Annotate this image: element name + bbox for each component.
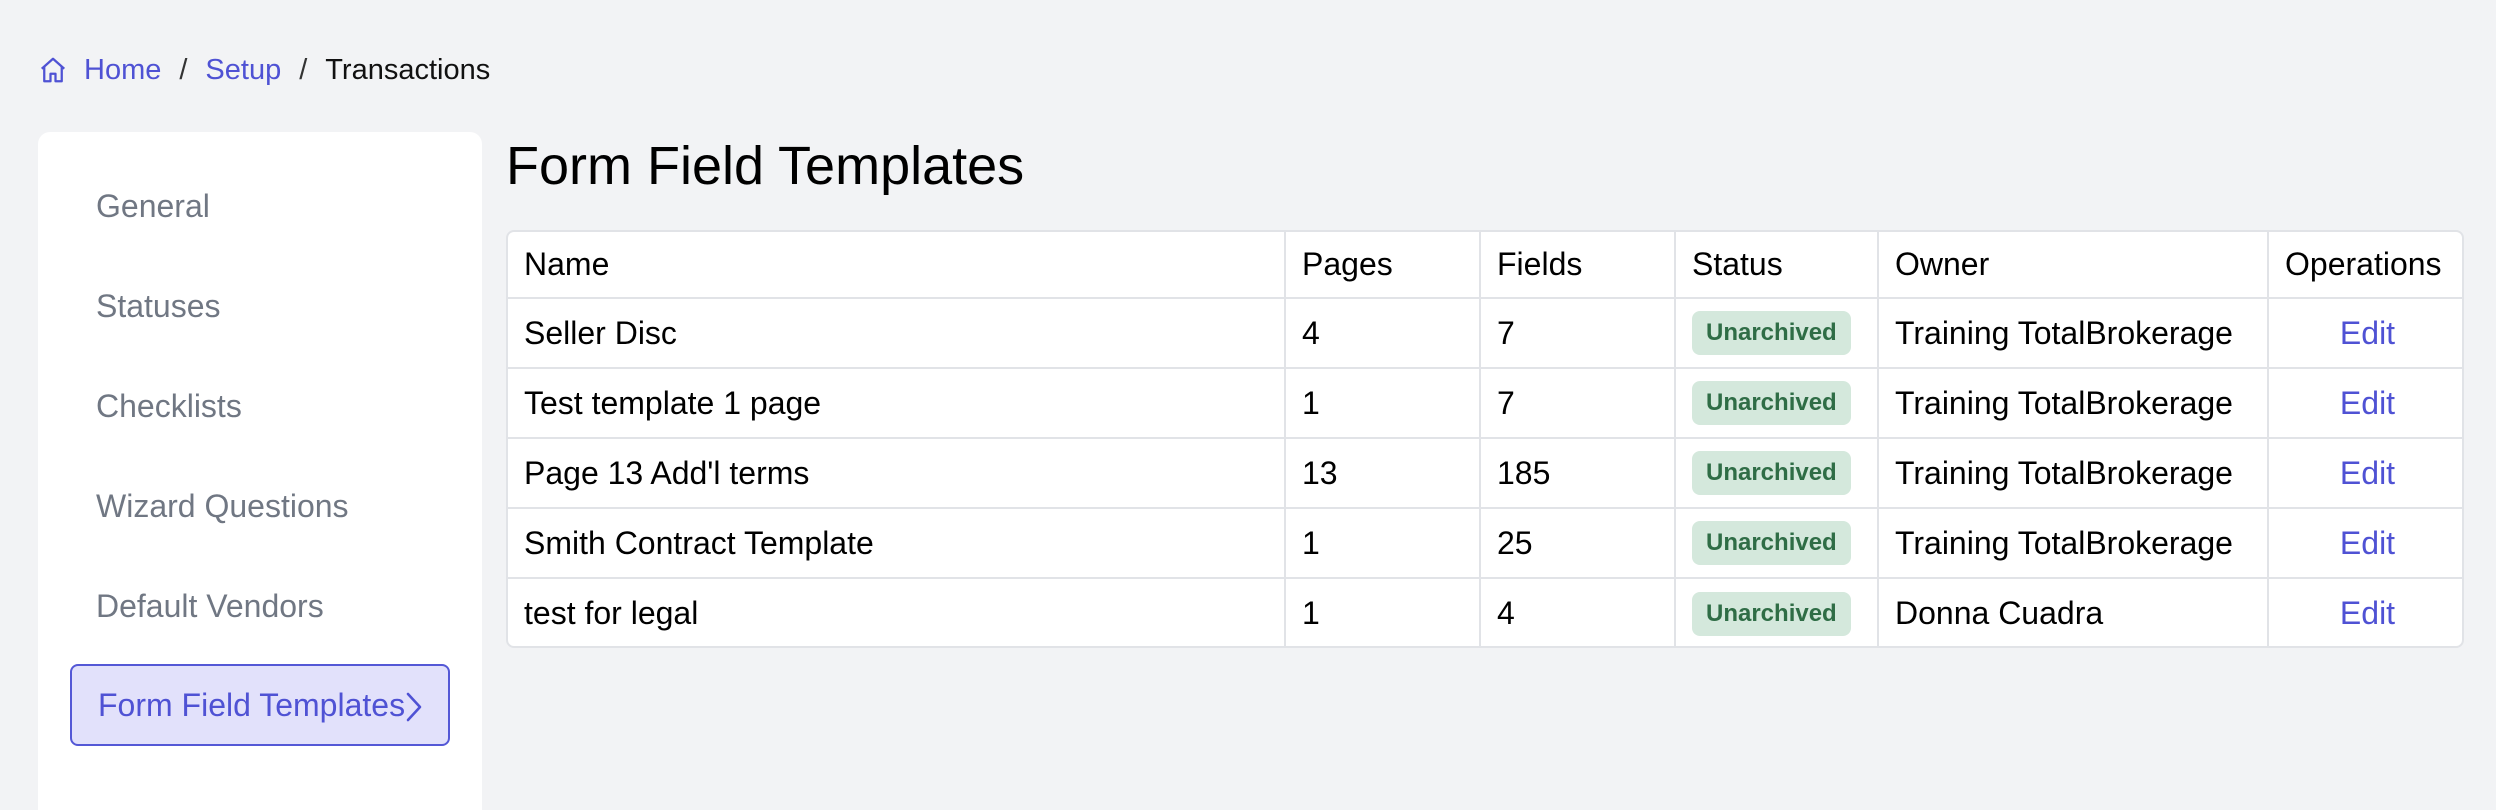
cell-owner: Training TotalBrokerage [1878,298,2269,369]
cell-owner: Donna Cuadra [1878,578,2269,646]
edit-link[interactable]: Edit [2340,525,2395,561]
column-header-name: Name [508,232,1286,299]
cell-status: Unarchived [1675,508,1879,579]
cell-operations: Edit [2268,578,2462,646]
sidebar-item-label: Form Field Templates [98,686,406,723]
breadcrumb-setup-link[interactable]: Setup [205,54,281,87]
status-badge: Unarchived [1692,521,1851,565]
table-row: Smith Contract Template 1 25 Unarchived … [508,508,2462,579]
cell-fields: 7 [1480,298,1676,369]
cell-fields: 185 [1480,438,1676,509]
sidebar-item-label: General [96,187,210,224]
cell-fields: 7 [1480,368,1676,439]
cell-name: Page 13 Add'l terms [508,438,1286,509]
table-row: Seller Disc 4 7 Unarchived Training Tota… [508,298,2462,369]
cell-owner: Training TotalBrokerage [1878,438,2269,509]
cell-operations: Edit [2268,368,2462,439]
sidebar-item-default-vendors[interactable]: Default Vendors [70,565,450,647]
templates-table: Name Pages Fields Status Owner Operation… [506,230,2464,648]
column-header-owner: Owner [1878,232,2269,299]
sidebar: General Statuses Checklists Wizard Quest… [38,132,482,810]
table-row: Page 13 Add'l terms 13 185 Unarchived Tr… [508,438,2462,509]
cell-name: test for legal [508,578,1286,646]
cell-operations: Edit [2268,298,2462,369]
column-header-pages: Pages [1285,232,1481,299]
cell-pages: 1 [1285,578,1481,646]
cell-status: Unarchived [1675,578,1879,646]
page-title: Form Field Templates [506,136,1025,196]
breadcrumb-separator: / [299,53,308,86]
cell-owner: Training TotalBrokerage [1878,508,2269,579]
home-icon[interactable] [38,55,68,85]
status-badge: Unarchived [1692,381,1851,425]
breadcrumb: Home / Setup / Transactions [38,50,490,90]
cell-pages: 1 [1285,368,1481,439]
sidebar-item-checklists[interactable]: Checklists [70,365,450,447]
breadcrumb-home-link[interactable]: Home [84,54,161,87]
breadcrumb-separator: / [179,53,188,86]
table-row: test for legal 1 4 Unarchived Donna Cuad… [508,578,2462,646]
sidebar-item-label: Checklists [96,387,242,424]
cell-pages: 13 [1285,438,1481,509]
cell-status: Unarchived [1675,298,1879,369]
breadcrumb-current: Transactions [325,53,491,86]
cell-name: Smith Contract Template [508,508,1286,579]
edit-link[interactable]: Edit [2340,385,2395,421]
column-header-status: Status [1675,232,1879,299]
sidebar-item-label: Wizard Questions [96,487,349,524]
status-badge: Unarchived [1692,311,1851,355]
cell-name: Seller Disc [508,298,1286,369]
cell-fields: 25 [1480,508,1676,579]
sidebar-item-form-field-templates[interactable]: Form Field Templates [70,664,450,746]
sidebar-item-wizard-questions[interactable]: Wizard Questions [70,465,450,547]
cell-pages: 1 [1285,508,1481,579]
cell-fields: 4 [1480,578,1676,646]
column-header-operations: Operations [2268,232,2462,299]
column-header-fields: Fields [1480,232,1676,299]
cell-owner: Training TotalBrokerage [1878,368,2269,439]
cell-operations: Edit [2268,438,2462,509]
edit-link[interactable]: Edit [2340,315,2395,351]
sidebar-item-label: Statuses [96,287,221,324]
sidebar-item-general[interactable]: General [70,165,450,247]
status-badge: Unarchived [1692,591,1851,636]
sidebar-item-statuses[interactable]: Statuses [70,265,450,347]
edit-link[interactable]: Edit [2340,455,2395,491]
cell-name: Test template 1 page [508,368,1286,439]
cell-status: Unarchived [1675,368,1879,439]
cell-status: Unarchived [1675,438,1879,509]
cell-operations: Edit [2268,508,2462,579]
cell-pages: 4 [1285,298,1481,369]
table-header-row: Name Pages Fields Status Owner Operation… [508,232,2462,299]
sidebar-item-label: Default Vendors [96,587,324,624]
edit-link[interactable]: Edit [2340,595,2395,631]
chevron-right-icon [404,690,424,724]
table-row: Test template 1 page 1 7 Unarchived Trai… [508,368,2462,439]
status-badge: Unarchived [1692,451,1851,495]
